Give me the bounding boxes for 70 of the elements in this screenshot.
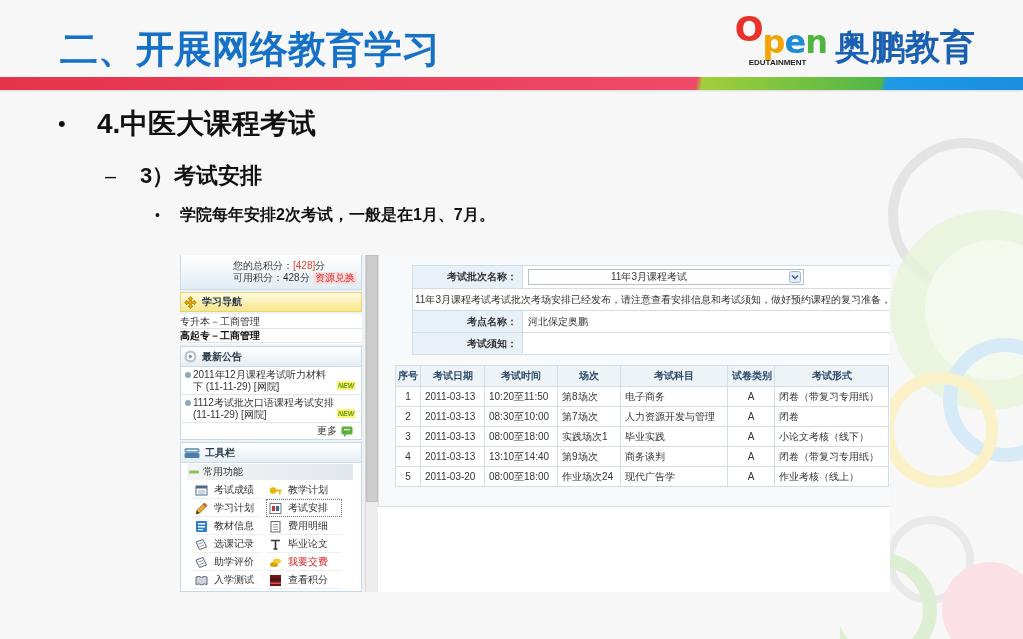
section-heading: 4.中医大课程考试 <box>97 107 317 141</box>
table-cell: 1 <box>395 386 421 407</box>
table-cell: 3 <box>395 426 421 447</box>
minus-icon <box>189 470 199 474</box>
column-header: 试卷类别 <box>727 365 775 387</box>
total-points-text: 您的总积分：[428]分 <box>233 260 327 272</box>
tool-link[interactable]: 教材信息 <box>192 517 262 535</box>
tool-link[interactable]: 我要交费 <box>266 553 342 571</box>
table-cell: 4 <box>395 446 421 467</box>
window-icon <box>195 483 208 497</box>
pencil-icon <box>195 501 208 515</box>
list-dash: – <box>105 164 118 189</box>
tool-link[interactable]: 查看积分 <box>266 571 342 589</box>
bullet-text: 学院每年安排2次考试，一般是在1月、7月。 <box>180 205 495 225</box>
column-header: 考试时间 <box>484 365 558 387</box>
tool-link[interactable]: 考试安排 <box>266 499 342 517</box>
tool-link[interactable]: 费用明细 <box>266 517 342 535</box>
text-tool-icon <box>269 537 282 551</box>
tool-link[interactable]: 毕业论文 <box>266 535 342 553</box>
tool-link[interactable]: 选课记录 <box>192 535 262 553</box>
list-bullet: • <box>58 110 67 138</box>
column-header: 考试形式 <box>774 365 889 387</box>
notice-link[interactable]: 1112考试批次口语课程考试安排 (11-11-29) [网院] <box>193 397 335 421</box>
column-header: 考试日期 <box>420 365 485 387</box>
field-label: 考点名称： <box>412 310 523 333</box>
tool-link[interactable]: 学习计划 <box>192 499 262 517</box>
notice-message: 11年3月课程考试考试批次考场安排已经发布，请注意查看安排信息和考试须知，做好预约课程的复习准备， <box>412 288 890 311</box>
chevron-down-icon <box>789 271 801 283</box>
column-header: 考试科目 <box>620 365 728 387</box>
scrollbar-thumb[interactable] <box>366 255 378 502</box>
open-book-icon <box>195 573 208 587</box>
logo-brand-name: 奥鹏教育 <box>835 27 975 67</box>
dot-icon <box>185 400 191 406</box>
document-icon <box>269 501 282 515</box>
notepad-icon <box>269 519 282 533</box>
speech-bubble-icon <box>341 425 353 437</box>
list-bullet: • <box>155 206 161 225</box>
table-cell: 2 <box>395 406 421 427</box>
drawer-icon <box>184 446 200 459</box>
column-header: 场次 <box>557 365 621 387</box>
dot-icon <box>185 372 191 378</box>
available-points-text: 可用积分：428分 <box>233 272 310 284</box>
subsection-heading: 3）考试安排 <box>140 162 263 190</box>
logo-wordmark: Open <box>734 12 827 58</box>
notice-link[interactable]: 2011年12月课程考试听力材料下 (11-11-29) [网院] <box>193 369 335 393</box>
batch-select[interactable]: 11年3月课程考试 <box>528 269 804 285</box>
more-link[interactable]: 更多 <box>317 425 337 437</box>
tool-link[interactable]: 助学评价 <box>192 553 262 571</box>
redeem-link[interactable]: 资源兑换 <box>312 272 357 284</box>
field-label: 考试批次名称： <box>412 265 523 289</box>
field-label: 考试须知： <box>412 332 523 355</box>
toolbar-title: 工具栏 <box>205 445 235 460</box>
notices-title: 最新公告 <box>202 349 242 364</box>
book-icon <box>195 519 208 533</box>
nav-link[interactable]: 专升本－工商管理 <box>180 315 362 329</box>
papers-icon <box>195 537 208 551</box>
tool-link[interactable]: 入学测试 <box>192 571 262 589</box>
group-title: 常用功能 <box>203 466 243 478</box>
field-value: 河北保定奥鹏 <box>522 310 890 333</box>
play-circle-icon <box>184 350 197 363</box>
tool-link[interactable]: 考试成绩 <box>192 481 262 499</box>
column-header: 序号 <box>395 365 421 387</box>
nav-title: 学习导航 <box>202 295 242 309</box>
table-cell: 5 <box>395 466 421 487</box>
move-arrows-icon <box>184 295 197 309</box>
nav-link[interactable]: 高起专－工商管理 <box>180 329 362 343</box>
tool-link[interactable]: 教学计划 <box>266 481 342 499</box>
slide-title: 二、开展网络教育学习 <box>60 27 440 71</box>
striped-tile-icon <box>269 573 282 587</box>
papers-icon <box>195 555 208 569</box>
